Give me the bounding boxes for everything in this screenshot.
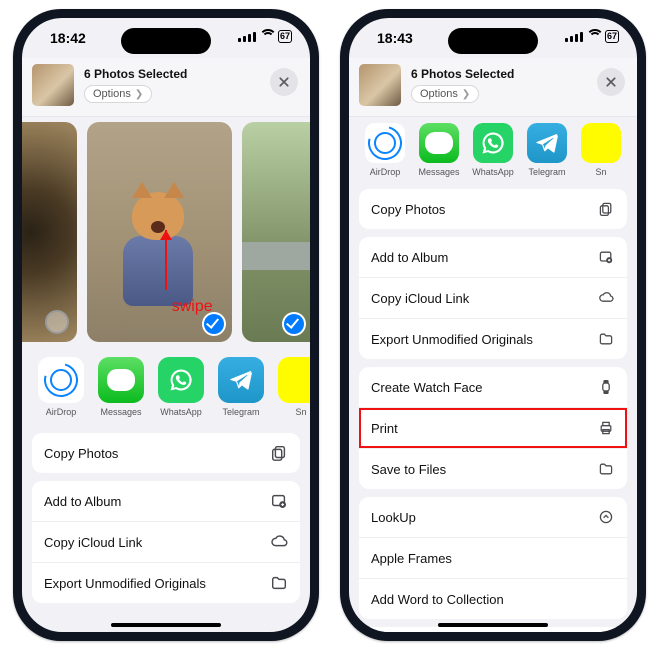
action-create-watch-face[interactable]: Create Watch Face <box>359 367 627 407</box>
messages-icon <box>98 357 144 403</box>
selection-indicator-empty[interactable] <box>45 310 69 334</box>
close-button[interactable] <box>270 68 298 96</box>
lookup-icon <box>597 508 615 526</box>
album-icon <box>597 248 615 266</box>
action-save-to-files[interactable]: Save to Files <box>359 448 627 489</box>
photo-thumb-prev[interactable] <box>22 122 77 342</box>
action-copy-photos[interactable]: Copy Photos <box>359 189 627 229</box>
folder-icon <box>270 574 288 592</box>
home-indicator[interactable] <box>438 623 548 627</box>
options-button[interactable]: Options ❯ <box>411 85 479 103</box>
chevron-right-icon: ❯ <box>462 89 470 100</box>
action-add-to-album[interactable]: Add to Album <box>359 237 627 277</box>
share-app-airdrop[interactable]: AirDrop <box>359 123 411 177</box>
printer-icon <box>597 419 615 437</box>
status-bar: 18:43 67 <box>349 18 637 58</box>
clock: 18:42 <box>50 30 86 46</box>
snapchat-icon <box>278 357 310 403</box>
copy-icon <box>597 200 615 218</box>
selection-indicator-checked[interactable] <box>284 314 304 334</box>
phone-left: 18:42 67 6 Photos Selected Options ❯ <box>13 9 319 641</box>
share-apps-row[interactable]: AirDrop Messages WhatsApp Telegram Sn <box>22 347 310 427</box>
action-export-originals[interactable]: Export Unmodified Originals <box>32 562 300 603</box>
home-indicator[interactable] <box>111 623 221 627</box>
folder-icon <box>597 330 615 348</box>
selection-thumbnail <box>359 64 401 106</box>
selection-count: 6 Photos Selected <box>411 67 514 81</box>
options-label: Options <box>93 88 131 100</box>
share-app-messages[interactable]: Messages <box>413 123 465 177</box>
action-copy-photos[interactable]: Copy Photos <box>32 433 300 473</box>
share-app-snapchat[interactable]: Sn <box>272 357 310 417</box>
options-button[interactable]: Options ❯ <box>84 85 152 103</box>
battery-icon: 67 <box>278 30 292 43</box>
phone-right: 18:43 67 6 Photos Selected Options ❯ <box>340 9 646 641</box>
photo-thumb-next[interactable] <box>242 122 310 342</box>
swipe-arrow-overlay <box>165 230 167 290</box>
share-app-telegram[interactable]: Telegram <box>521 123 573 177</box>
airdrop-icon <box>38 357 84 403</box>
cellular-icon <box>565 32 583 42</box>
folder-icon <box>597 460 615 478</box>
whatsapp-icon <box>158 357 204 403</box>
options-label: Options <box>420 88 458 100</box>
share-sheet-header: 6 Photos Selected Options ❯ <box>349 58 637 117</box>
close-button[interactable] <box>597 68 625 96</box>
actions-list: Copy Photos Add to Album Copy iCloud Lin… <box>32 433 300 603</box>
cloud-link-icon <box>597 289 615 307</box>
share-app-telegram[interactable]: Telegram <box>212 357 270 417</box>
swipe-label-overlay: swipe <box>172 298 213 316</box>
actions-list: Copy Photos Add to Album Copy iCloud Lin… <box>359 189 627 632</box>
action-add-to-album[interactable]: Add to Album <box>32 481 300 521</box>
action-lookup[interactable]: LookUp <box>359 497 627 537</box>
clock: 18:43 <box>377 30 413 46</box>
selection-thumbnail <box>32 64 74 106</box>
action-add-word[interactable]: Add Word to Collection <box>359 578 627 619</box>
share-app-whatsapp[interactable]: WhatsApp <box>152 357 210 417</box>
share-app-snapchat[interactable]: Sn <box>575 123 627 177</box>
telegram-icon <box>218 357 264 403</box>
cellular-icon <box>238 32 256 42</box>
telegram-icon <box>527 123 567 163</box>
close-icon <box>605 76 617 88</box>
battery-icon: 67 <box>605 30 619 43</box>
watch-icon <box>597 378 615 396</box>
share-apps-row[interactable]: AirDrop Messages WhatsApp Telegram Sn <box>349 117 637 185</box>
messages-icon <box>419 123 459 163</box>
dynamic-island <box>121 28 211 54</box>
kitten-photo <box>123 192 193 312</box>
airdrop-icon <box>365 123 405 163</box>
share-app-messages[interactable]: Messages <box>92 357 150 417</box>
share-app-whatsapp[interactable]: WhatsApp <box>467 123 519 177</box>
album-icon <box>270 492 288 510</box>
action-print[interactable]: Print <box>359 407 627 448</box>
wifi-icon <box>587 32 601 42</box>
action-copy-icloud[interactable]: Copy iCloud Link <box>32 521 300 562</box>
copy-icon <box>270 444 288 462</box>
wifi-icon <box>260 32 274 42</box>
chevron-right-icon: ❯ <box>135 89 143 100</box>
whatsapp-icon <box>473 123 513 163</box>
cloud-link-icon <box>270 533 288 551</box>
action-copy-icloud[interactable]: Copy iCloud Link <box>359 277 627 318</box>
selection-indicator-checked[interactable] <box>204 314 224 334</box>
snapchat-icon <box>581 123 621 163</box>
action-export-originals[interactable]: Export Unmodified Originals <box>359 318 627 359</box>
selection-count: 6 Photos Selected <box>84 67 187 81</box>
dynamic-island <box>448 28 538 54</box>
close-icon <box>278 76 290 88</box>
status-bar: 18:42 67 <box>22 18 310 58</box>
share-sheet-header: 6 Photos Selected Options ❯ <box>22 58 310 117</box>
share-app-airdrop[interactable]: AirDrop <box>32 357 90 417</box>
action-apple-frames[interactable]: Apple Frames <box>359 537 627 578</box>
action-edit-actions[interactable]: Edit Actions… <box>359 627 627 632</box>
